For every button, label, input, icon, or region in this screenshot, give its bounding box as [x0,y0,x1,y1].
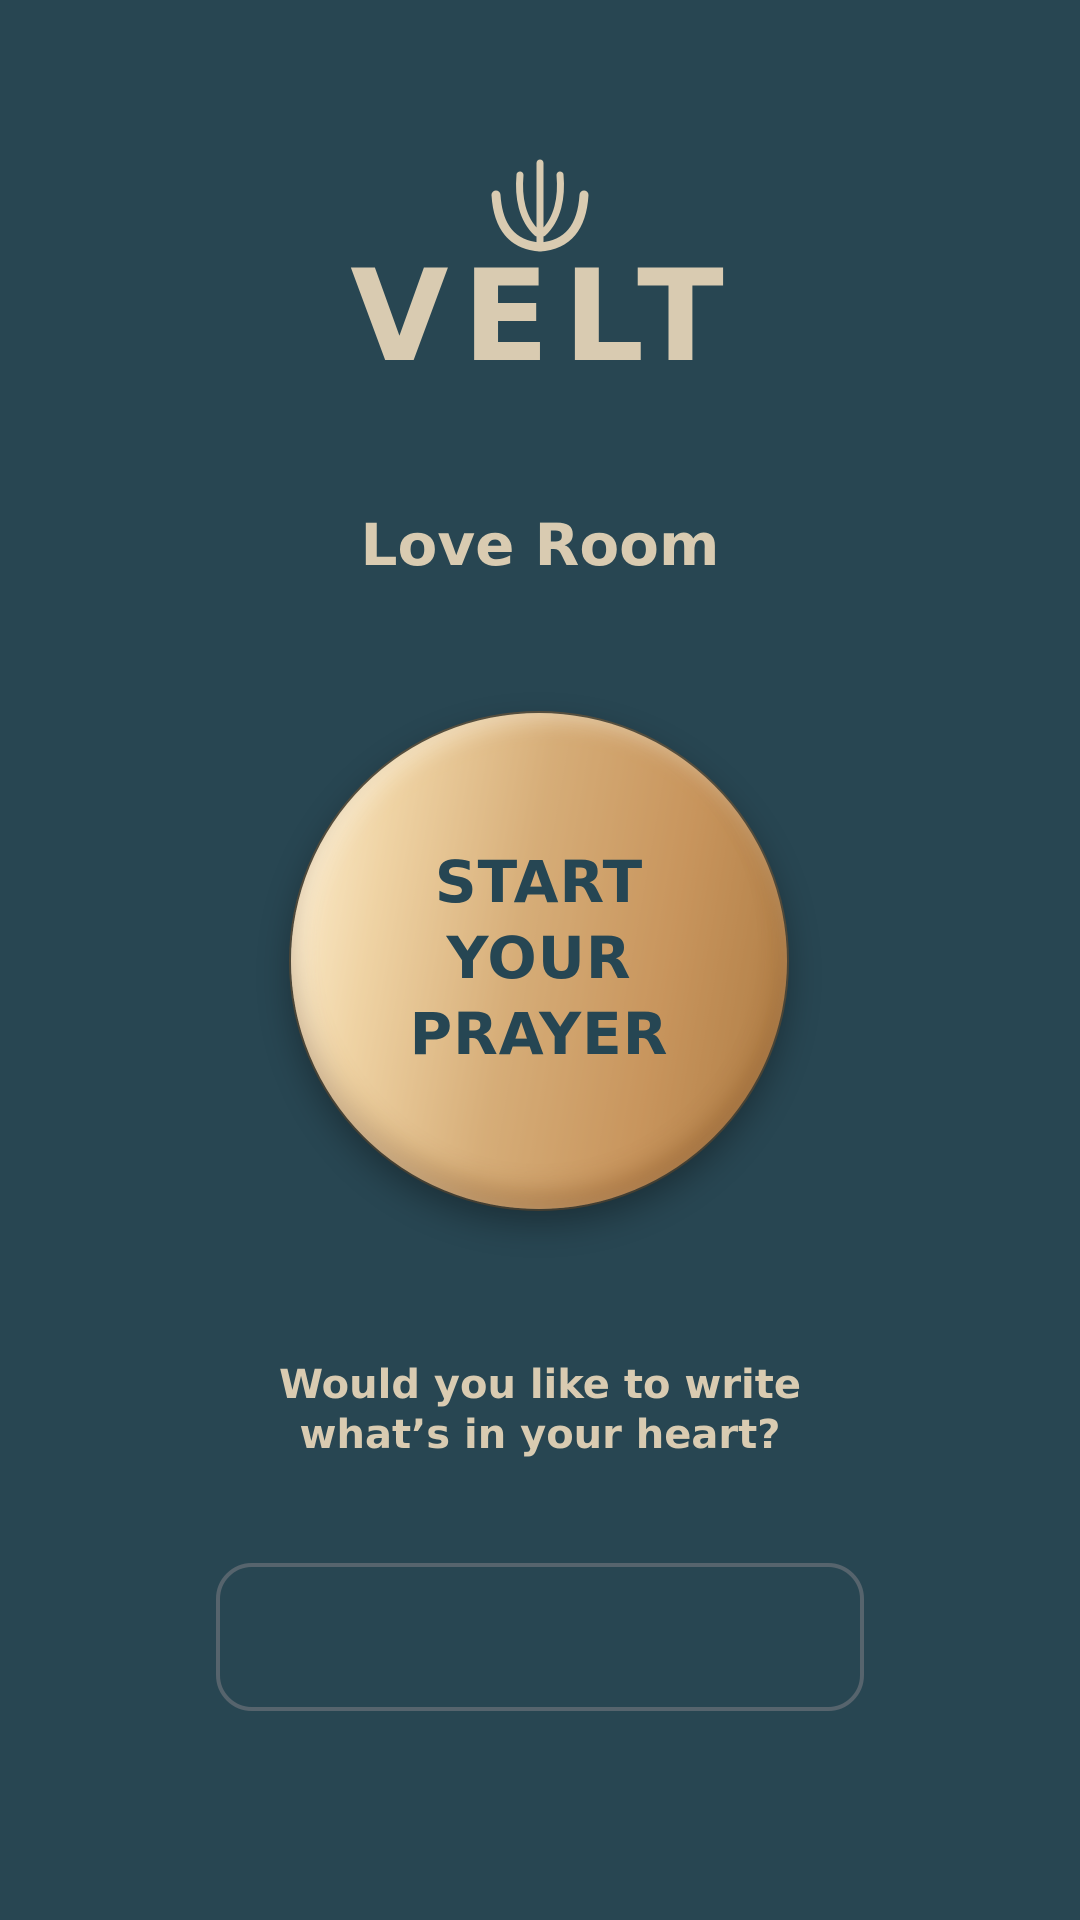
write-prompt: Would you like to write what’s in your h… [278,1362,802,1458]
brand-name: VELT [350,242,738,390]
room-title: Love Room [360,511,720,579]
sprout-leaves-icon [491,159,589,252]
start-prayer-label: START YOUR PRAYER [409,848,669,1068]
start-prayer-button[interactable]: START YOUR PRAYER [291,713,787,1209]
heart-text-input[interactable] [216,1563,864,1711]
